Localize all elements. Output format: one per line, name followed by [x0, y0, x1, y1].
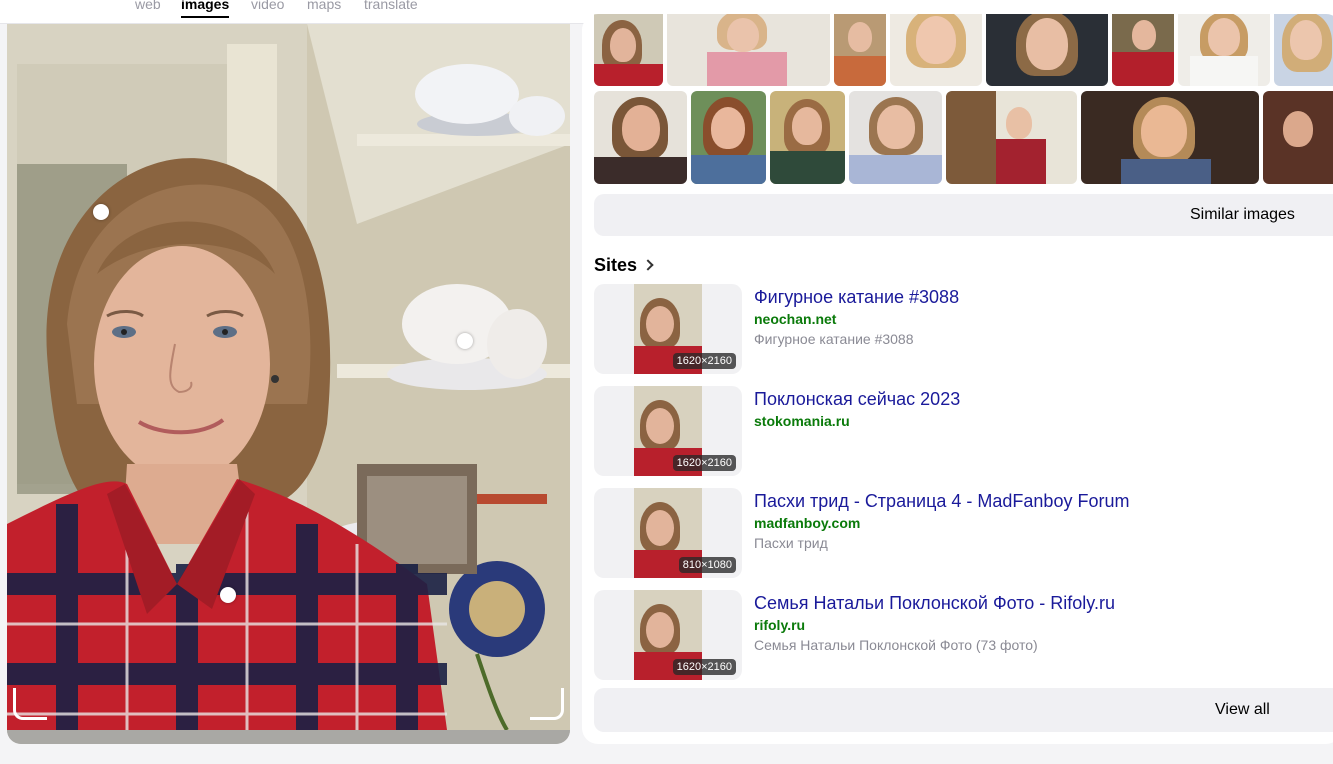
- results-panel: Similar images Sites 1620×2160 Фигурное …: [582, 14, 1333, 744]
- site-title-link[interactable]: Поклонская сейчас 2023: [754, 388, 960, 410]
- similar-thumb[interactable]: [849, 91, 942, 184]
- site-title-link[interactable]: Пасхи трид - Страница 4 - MadFanboy Foru…: [754, 490, 1129, 512]
- focus-point[interactable]: [457, 333, 473, 349]
- resolution-badge: 810×1080: [678, 557, 736, 573]
- similar-thumb[interactable]: [1274, 14, 1333, 86]
- photo-illustration: [7, 24, 570, 730]
- query-photo[interactable]: [7, 24, 570, 730]
- site-domain[interactable]: rifoly.ru: [754, 617, 805, 633]
- resolution-badge: 1620×2160: [672, 455, 736, 471]
- similar-thumb[interactable]: [946, 91, 1077, 184]
- similar-thumb[interactable]: [770, 91, 845, 184]
- similar-thumb[interactable]: [691, 91, 766, 184]
- tab-video[interactable]: video: [251, 0, 284, 14]
- site-result[interactable]: 810×1080 Пасхи трид - Страница 4 - MadFa…: [594, 488, 1333, 578]
- similar-thumb[interactable]: [667, 14, 830, 86]
- site-result[interactable]: 1620×2160 Семья Натальи Поклонской Фото …: [594, 590, 1333, 680]
- site-description: Пасхи трид: [754, 535, 828, 551]
- site-domain[interactable]: stokomania.ru: [754, 413, 850, 429]
- similar-thumb[interactable]: [890, 14, 982, 86]
- tab-images[interactable]: images: [181, 0, 230, 18]
- site-result[interactable]: 1620×2160 Поклонская сейчас 2023 stokoma…: [594, 386, 1333, 476]
- crop-handle-bottom-left[interactable]: [13, 688, 47, 720]
- site-title-link[interactable]: Семья Натальи Поклонской Фото - Rifoly.r…: [754, 592, 1115, 614]
- query-image-panel: [7, 24, 570, 744]
- tab-web[interactable]: web: [135, 0, 161, 14]
- panel-footer: [7, 730, 570, 744]
- similar-thumb[interactable]: [834, 14, 886, 86]
- crop-handle-bottom-right[interactable]: [530, 688, 564, 720]
- similar-images-label: Similar images: [1190, 206, 1295, 223]
- sites-title-label: Sites: [594, 255, 638, 275]
- similar-thumb[interactable]: [986, 14, 1108, 86]
- site-domain[interactable]: neochan.net: [754, 311, 836, 327]
- site-description: Фигурное катание #3088: [754, 331, 914, 347]
- resolution-badge: 1620×2160: [672, 353, 736, 369]
- site-result[interactable]: 1620×2160 Фигурное катание #3088 neochan…: [594, 284, 1333, 374]
- tab-translate[interactable]: translate: [364, 0, 418, 14]
- similar-thumb[interactable]: [1178, 14, 1270, 86]
- chevron-right-icon: [642, 259, 654, 271]
- site-description: Семья Натальи Поклонской Фото (73 фото): [754, 637, 1038, 653]
- tab-maps[interactable]: maps: [307, 0, 341, 14]
- site-thumbnail[interactable]: 1620×2160: [594, 590, 742, 680]
- site-domain[interactable]: madfanboy.com: [754, 515, 860, 531]
- site-title-link[interactable]: Фигурное катание #3088: [754, 286, 959, 308]
- similar-thumb[interactable]: [1081, 91, 1259, 184]
- similar-thumb[interactable]: [1263, 91, 1333, 184]
- site-thumbnail[interactable]: 810×1080: [594, 488, 742, 578]
- sites-header[interactable]: Sites: [594, 254, 654, 276]
- similar-thumb[interactable]: [1112, 14, 1174, 86]
- similar-thumb[interactable]: [594, 91, 687, 184]
- focus-point[interactable]: [220, 587, 236, 603]
- focus-point[interactable]: [93, 204, 109, 220]
- site-thumbnail[interactable]: 1620×2160: [594, 386, 742, 476]
- similar-images-button[interactable]: Similar images: [594, 194, 1333, 236]
- resolution-badge: 1620×2160: [672, 659, 736, 675]
- view-all-button[interactable]: View all: [594, 688, 1333, 732]
- site-thumbnail[interactable]: 1620×2160: [594, 284, 742, 374]
- view-all-label: View all: [1215, 701, 1270, 718]
- similar-thumb[interactable]: [594, 14, 663, 86]
